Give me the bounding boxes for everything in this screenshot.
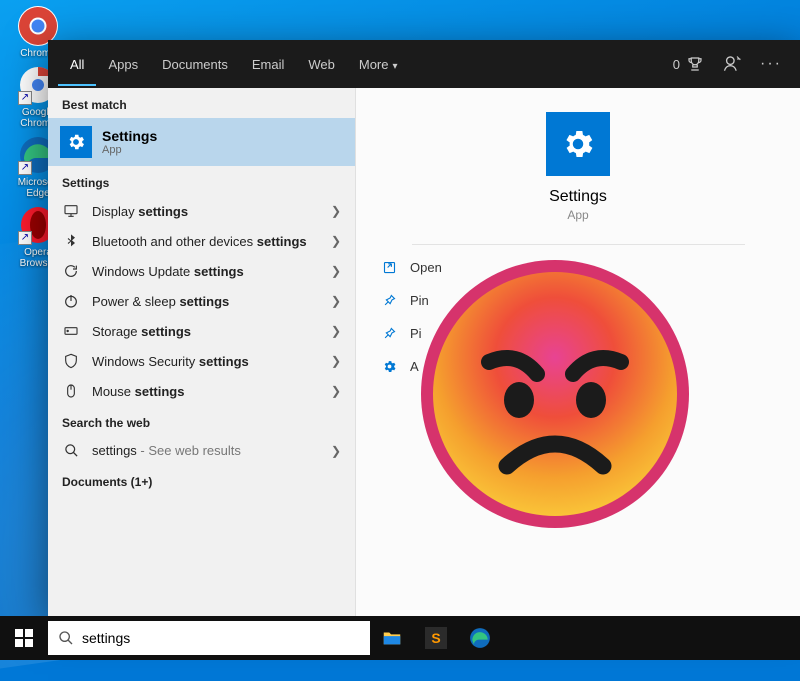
result-text: Display settings <box>92 204 319 219</box>
search-icon <box>62 443 80 458</box>
search-tabs-bar: All Apps Documents Email Web More▾ 0 ··· <box>48 40 800 88</box>
chevron-right-icon: ❯ <box>331 444 341 458</box>
angry-face-emoji <box>415 254 695 534</box>
result-text: Bluetooth and other devices settings <box>92 234 319 249</box>
pin-icon <box>380 293 398 308</box>
feedback-icon[interactable] <box>722 54 742 74</box>
tab-web[interactable]: Web <box>296 43 347 86</box>
web-result[interactable]: settings - See web results ❯ <box>48 436 355 465</box>
pin-icon <box>380 326 398 341</box>
rewards-count: 0 <box>673 57 680 72</box>
gear-icon <box>546 112 610 176</box>
chevron-right-icon: ❯ <box>331 384 341 398</box>
bluetooth-icon <box>62 233 80 249</box>
update-icon <box>62 263 80 279</box>
settings-result[interactable]: Storage settings ❯ <box>48 316 355 346</box>
power-icon <box>62 293 80 309</box>
chevron-right-icon: ❯ <box>331 354 341 368</box>
tab-more[interactable]: More▾ <box>347 43 410 86</box>
chevron-down-icon: ▾ <box>392 61 397 72</box>
mouse-icon <box>62 383 80 399</box>
result-text: Windows Security settings <box>92 354 319 369</box>
search-input[interactable] <box>82 630 360 646</box>
sublime-icon: S <box>425 627 447 649</box>
section-web: Search the web <box>48 406 355 436</box>
divider <box>412 244 745 245</box>
tab-documents[interactable]: Documents <box>150 43 240 86</box>
chevron-right-icon: ❯ <box>331 264 341 278</box>
settings-result[interactable]: Bluetooth and other devices settings ❯ <box>48 226 355 256</box>
trophy-icon <box>686 55 704 73</box>
section-settings: Settings <box>48 166 355 196</box>
rewards-badge[interactable]: 0 <box>673 55 704 73</box>
section-documents: Documents (1+) <box>48 465 355 495</box>
result-text: Storage settings <box>92 324 319 339</box>
file-explorer-icon <box>381 627 403 649</box>
settings-result[interactable]: Power & sleep settings ❯ <box>48 286 355 316</box>
detail-title: Settings <box>549 188 607 206</box>
chevron-right-icon: ❯ <box>331 204 341 218</box>
best-match-subtitle: App <box>102 144 157 156</box>
taskbar-app-explorer[interactable] <box>370 616 414 660</box>
taskbar: S <box>0 616 800 660</box>
shield-icon <box>62 353 80 369</box>
result-text: Windows Update settings <box>92 264 319 279</box>
storage-icon <box>62 323 80 339</box>
results-column: Best match Settings App Settings Display… <box>48 88 356 616</box>
tab-all[interactable]: All <box>58 43 96 86</box>
more-options-icon[interactable]: ··· <box>760 55 782 73</box>
start-button[interactable] <box>0 616 48 660</box>
monitor-icon <box>62 203 80 219</box>
taskbar-app-edge[interactable] <box>458 616 502 660</box>
taskbar-search-box[interactable] <box>48 621 370 655</box>
settings-result[interactable]: Mouse settings ❯ <box>48 376 355 406</box>
gear-icon <box>380 359 398 374</box>
tab-apps[interactable]: Apps <box>96 43 150 86</box>
taskbar-app-sublime[interactable]: S <box>414 616 458 660</box>
settings-result[interactable]: Windows Update settings ❯ <box>48 256 355 286</box>
web-result-text: settings - See web results <box>92 443 319 458</box>
chevron-right-icon: ❯ <box>331 234 341 248</box>
open-icon <box>380 260 398 275</box>
edge-icon <box>469 627 491 649</box>
settings-result[interactable]: Windows Security settings ❯ <box>48 346 355 376</box>
chevron-right-icon: ❯ <box>331 324 341 338</box>
gear-icon <box>60 126 92 158</box>
best-match-title: Settings <box>102 128 157 144</box>
settings-result[interactable]: Display settings ❯ <box>48 196 355 226</box>
best-match-result[interactable]: Settings App <box>48 118 355 166</box>
chevron-right-icon: ❯ <box>331 294 341 308</box>
windows-logo-icon <box>15 629 33 647</box>
detail-subtitle: App <box>567 208 588 222</box>
tab-email[interactable]: Email <box>240 43 297 86</box>
result-text: Mouse settings <box>92 384 319 399</box>
section-best-match: Best match <box>48 88 355 118</box>
result-text: Power & sleep settings <box>92 294 319 309</box>
search-icon <box>58 630 74 646</box>
